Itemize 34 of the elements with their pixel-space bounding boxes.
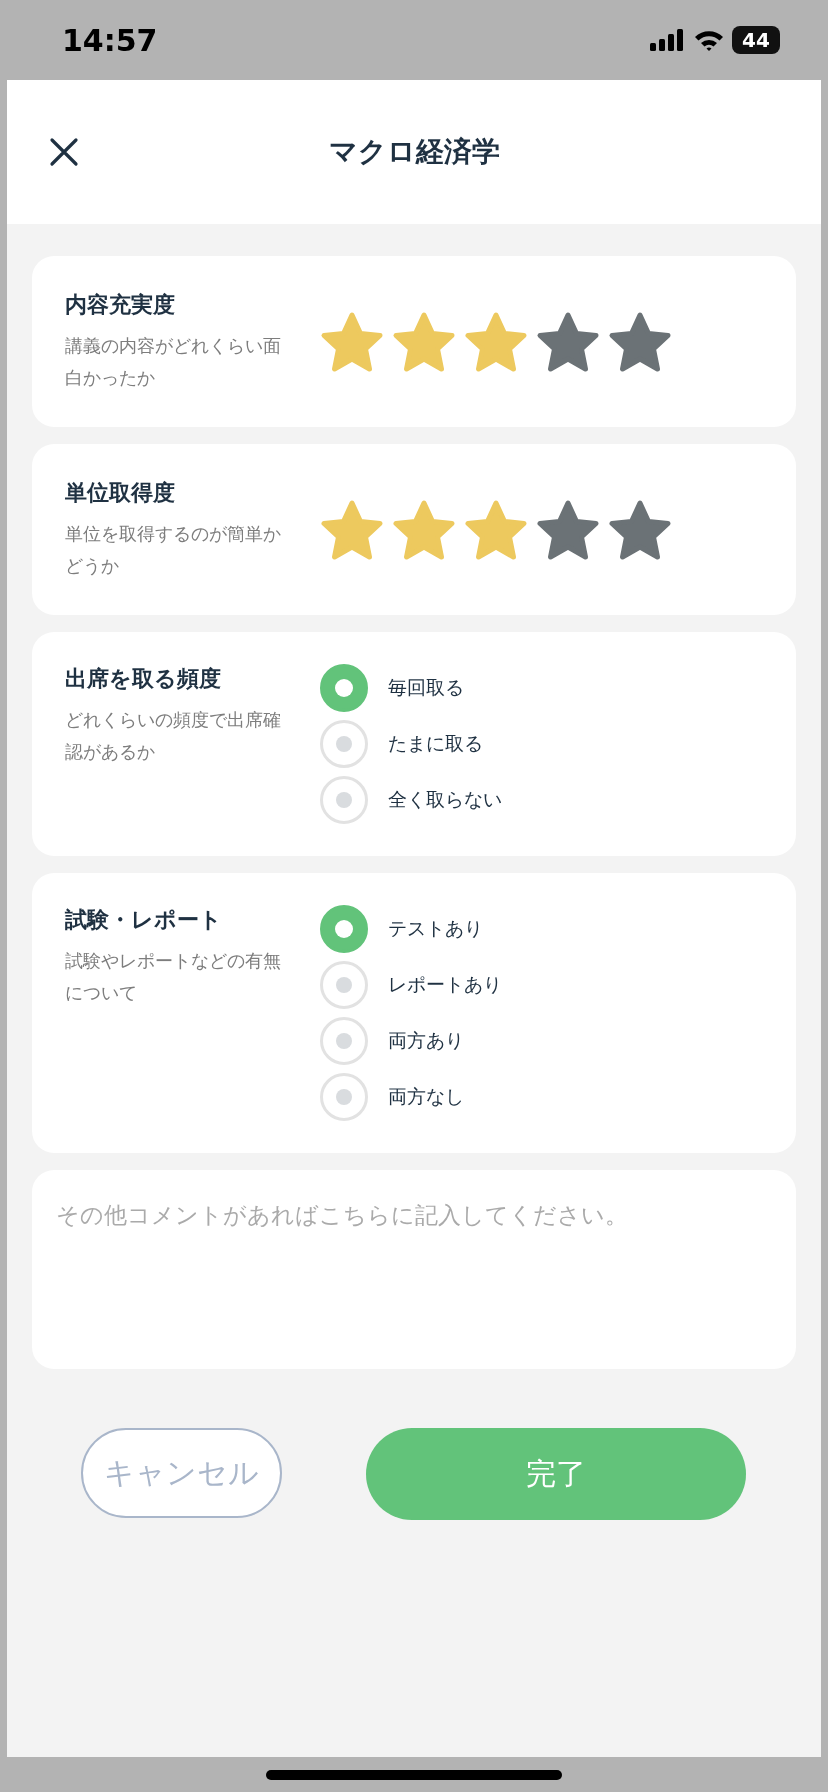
star-icon[interactable]: [392, 310, 456, 373]
battery-indicator: 44: [732, 26, 780, 54]
option-label[interactable]: 両方なし: [388, 1084, 464, 1110]
question-title: 単位取得度: [65, 478, 176, 507]
question-description: 試験やレポートなどの有無について: [65, 949, 281, 1005]
signal-icon: [650, 29, 686, 51]
star-icon[interactable]: [608, 498, 672, 561]
question-description: どれくらいの頻度で出席確認があるか: [65, 708, 281, 764]
radio-button[interactable]: [320, 905, 368, 953]
option-label[interactable]: 全く取らない: [388, 787, 502, 813]
radio-button[interactable]: [320, 664, 368, 712]
star-icon[interactable]: [536, 498, 600, 561]
option-label[interactable]: 両方あり: [388, 1028, 464, 1054]
option-label[interactable]: レポートあり: [388, 972, 502, 998]
question-description: 単位を取得するのが簡単かどうか: [65, 521, 281, 578]
status-time: 14:57: [62, 22, 158, 58]
comment-field[interactable]: その他コメントがあればこちらに記入してください。: [32, 1170, 796, 1369]
star-icon[interactable]: [392, 498, 456, 561]
star-icon[interactable]: [320, 310, 384, 373]
question-title: 出席を取る頻度: [65, 665, 222, 693]
question-title: 試験・レポート: [65, 906, 223, 934]
option-label[interactable]: テストあり: [388, 916, 483, 942]
option-label[interactable]: たまに取る: [388, 731, 483, 757]
option-label[interactable]: 毎回取る: [388, 675, 464, 701]
star-icon[interactable]: [536, 310, 600, 373]
wifi-icon: [694, 29, 724, 51]
close-icon[interactable]: [49, 137, 79, 167]
star-icon[interactable]: [464, 310, 528, 373]
star-icon[interactable]: [320, 498, 384, 561]
question-title: 内容充実度: [65, 290, 176, 319]
star-icon[interactable]: [608, 310, 672, 373]
star-icon[interactable]: [464, 498, 528, 561]
question-description: 講義の内容がどれくらい面白かったか: [65, 333, 281, 390]
page-title: マクロ経済学: [328, 134, 500, 170]
